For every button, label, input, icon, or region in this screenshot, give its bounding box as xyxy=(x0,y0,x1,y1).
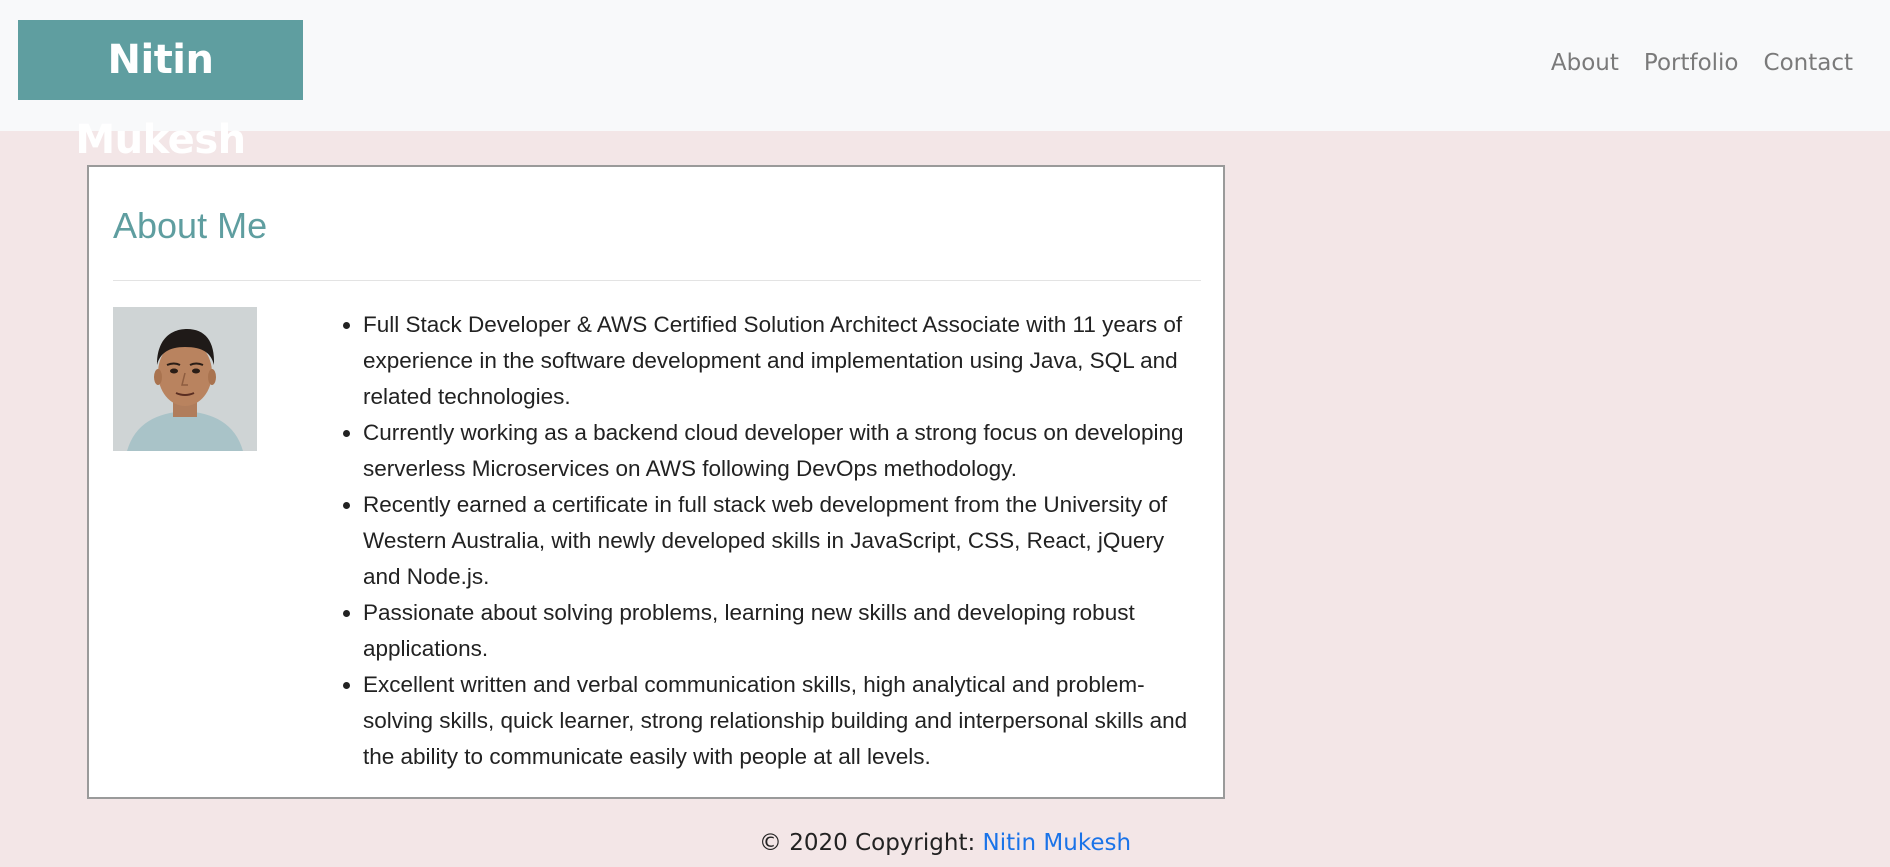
profile-photo xyxy=(113,307,257,451)
about-card: About Me Fu xyxy=(87,165,1225,799)
list-item: Excellent written and verbal communicati… xyxy=(363,667,1205,775)
nav-link-contact[interactable]: Contact xyxy=(1764,50,1853,76)
list-item: Full Stack Developer & AWS Certified Sol… xyxy=(363,307,1205,415)
footer-author-link[interactable]: Nitin Mukesh xyxy=(983,830,1132,856)
nav-link-portfolio[interactable]: Portfolio xyxy=(1644,50,1739,76)
divider xyxy=(113,280,1201,281)
about-bullet-list: Full Stack Developer & AWS Certified Sol… xyxy=(363,307,1205,775)
about-title: About Me xyxy=(113,205,268,246)
list-item: Passionate about solving problems, learn… xyxy=(363,595,1205,667)
nav-links: About Portfolio Contact xyxy=(1551,50,1853,76)
navbar: Nitin Mukesh About Portfolio Contact xyxy=(0,0,1890,163)
profile-photo-image xyxy=(113,307,257,451)
footer: © 2020 Copyright: Nitin Mukesh xyxy=(0,830,1890,856)
copyright-text: © 2020 Copyright: xyxy=(758,830,983,856)
nav-link-about[interactable]: About xyxy=(1551,50,1619,76)
list-item: Currently working as a backend cloud dev… xyxy=(363,415,1205,487)
list-item: Recently earned a certificate in full st… xyxy=(363,487,1205,595)
brand-logo-link[interactable]: Nitin Mukesh xyxy=(18,20,303,163)
